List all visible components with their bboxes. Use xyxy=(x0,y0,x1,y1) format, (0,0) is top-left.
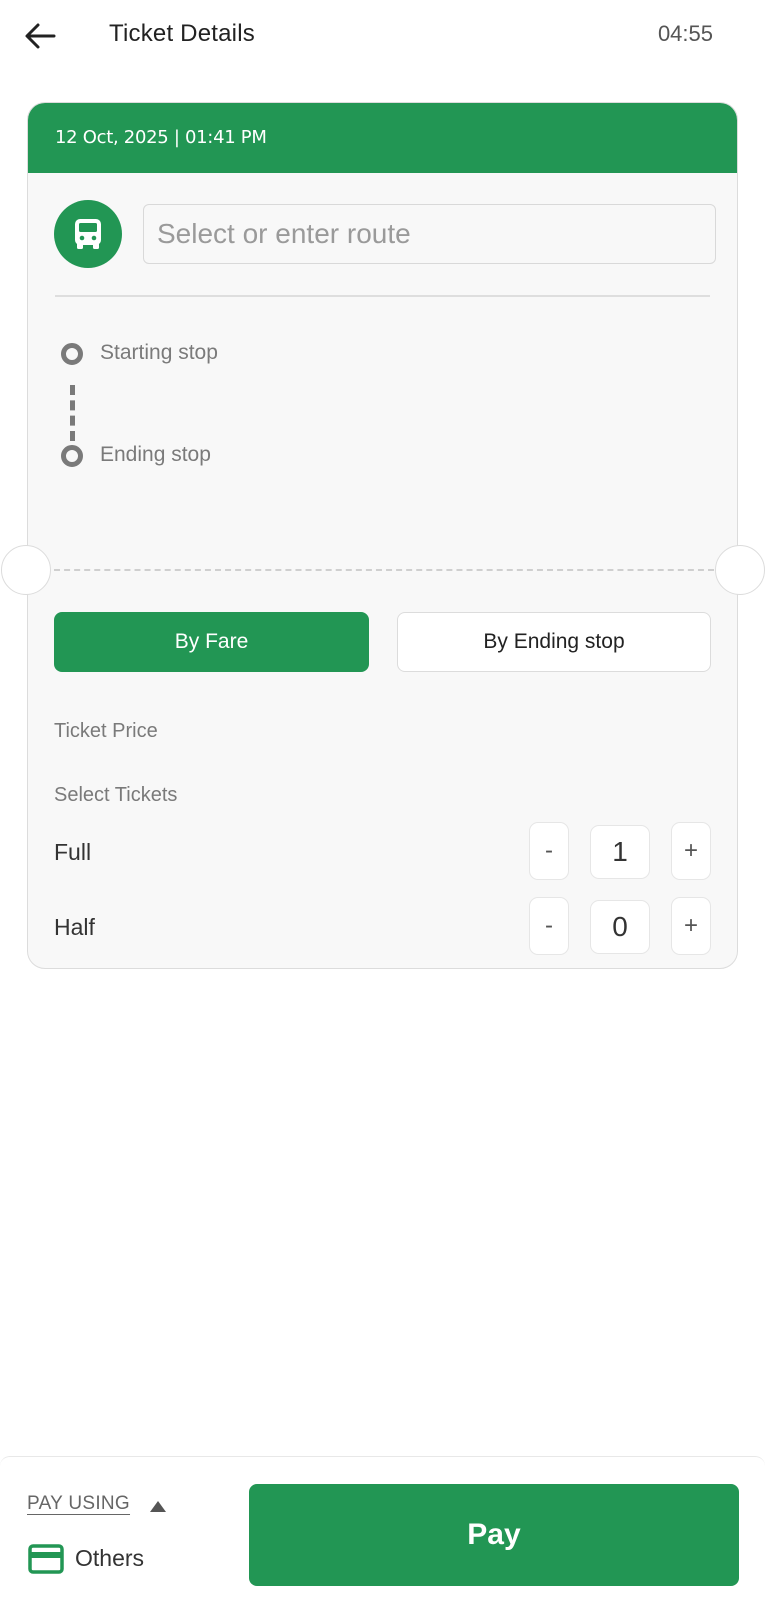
starting-stop-field[interactable]: Starting stop xyxy=(100,341,218,365)
ticket-type-full-label: Full xyxy=(54,839,92,865)
ticket-card-header: 12 Oct, 2025 | 01:41 PM xyxy=(28,103,737,173)
half-decrement-button[interactable]: - xyxy=(529,897,569,955)
starting-stop-marker xyxy=(61,343,83,365)
full-decrement-button[interactable]: - xyxy=(529,822,569,880)
bus-icon-badge xyxy=(54,200,122,268)
pay-button[interactable]: Pay xyxy=(249,1484,739,1586)
back-button[interactable] xyxy=(22,18,58,54)
ending-stop-marker xyxy=(61,445,83,467)
route-connector xyxy=(70,385,75,441)
bus-icon xyxy=(75,219,101,249)
full-quantity: 1 xyxy=(590,825,650,879)
full-increment-button[interactable]: + xyxy=(671,822,711,880)
ending-stop-field[interactable]: Ending stop xyxy=(100,443,211,467)
divider xyxy=(55,295,710,297)
select-tickets-label: Select Tickets xyxy=(54,784,178,806)
pay-using-toggle[interactable]: PAY USING xyxy=(27,1493,130,1515)
ticket-type-half-label: Half xyxy=(54,914,95,940)
page-title: Ticket Details xyxy=(109,20,255,47)
ticket-perforation xyxy=(54,569,714,571)
app-header: Ticket Details 04:55 xyxy=(0,0,765,72)
route-input[interactable] xyxy=(143,204,716,264)
ticket-notch-right xyxy=(715,545,765,595)
half-increment-button[interactable]: + xyxy=(671,897,711,955)
arrow-left-icon xyxy=(25,23,56,49)
tab-by-ending-stop[interactable]: By Ending stop xyxy=(397,612,711,672)
credit-card-icon xyxy=(28,1544,64,1574)
half-quantity: 0 xyxy=(590,900,650,954)
caret-up-icon[interactable] xyxy=(150,1501,166,1512)
ticket-datetime: 12 Oct, 2025 | 01:41 PM xyxy=(55,127,267,148)
session-timer: 04:55 xyxy=(657,21,713,46)
payment-method[interactable]: Others xyxy=(75,1545,144,1572)
payment-bar: PAY USING Others Pay xyxy=(0,1456,765,1600)
tab-by-fare[interactable]: By Fare xyxy=(54,612,369,672)
ticket-notch-left xyxy=(1,545,51,595)
ticket-price-label: Ticket Price xyxy=(54,720,158,742)
